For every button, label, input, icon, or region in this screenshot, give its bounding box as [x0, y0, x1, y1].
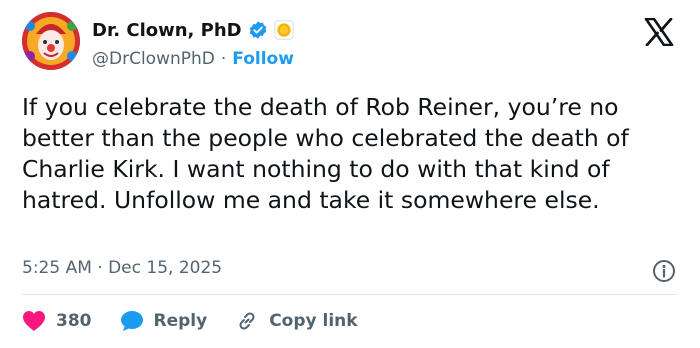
like-button[interactable]: 380 [22, 310, 92, 332]
x-logo-icon[interactable] [644, 18, 674, 46]
author-handle[interactable]: @DrClownPhD [92, 49, 215, 69]
verified-badge-icon [249, 21, 266, 39]
reply-bubble-icon [120, 311, 143, 331]
copy-link-label: Copy link [269, 311, 358, 331]
author-display-name[interactable]: Dr. Clown, PhD [92, 20, 242, 41]
follow-button[interactable]: Follow [232, 49, 294, 69]
action-bar: 380 Reply Copy link [22, 306, 386, 336]
info-icon[interactable] [652, 259, 676, 283]
divider [22, 294, 678, 295]
heart-icon [23, 311, 45, 331]
reply-button[interactable]: Reply [120, 310, 208, 332]
tweet-timestamp[interactable]: 5:25 AM · Dec 15, 2025 [22, 258, 222, 278]
reply-label: Reply [153, 311, 208, 331]
author-handle-row: @DrClownPhD · Follow [92, 47, 294, 71]
separator-dot: · [220, 49, 227, 69]
like-count: 380 [56, 311, 92, 331]
tweet-card: Dr. Clown, PhD @DrClownPhD · Follow If y… [0, 0, 700, 348]
link-icon [239, 312, 255, 330]
author-name-row: Dr. Clown, PhD [92, 17, 294, 43]
tweet-body-text: If you celebrate the death of Rob Reiner… [22, 93, 629, 214]
copy-link-button[interactable]: Copy link [235, 309, 358, 333]
clown-avatar-image [22, 12, 80, 70]
emoji-badge-icon [274, 20, 294, 40]
avatar[interactable] [22, 12, 80, 70]
